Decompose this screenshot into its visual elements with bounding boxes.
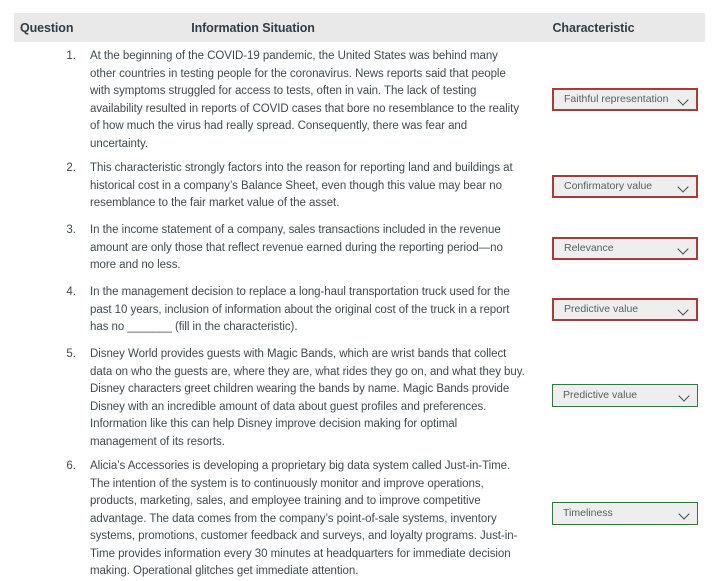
question-number: 3.: [66, 224, 76, 236]
header-cell-question: Question: [14, 19, 86, 37]
characteristic-select-value: Predictive value: [563, 390, 638, 401]
table-header-row: Question Information Situation Character…: [14, 13, 705, 42]
question-text: This characteristic strongly factors int…: [90, 162, 513, 209]
characteristic-select-value: Faithful representation: [564, 94, 669, 105]
characteristic-select-value: Timeliness: [563, 508, 613, 519]
chevron-down-icon: [678, 181, 690, 193]
question-text: In the management decision to replace a …: [90, 286, 510, 333]
chevron-down-icon: [678, 94, 690, 106]
question-text: Disney World provides guests with Magic …: [90, 348, 525, 448]
characteristic-select-4[interactable]: Predictive value: [552, 298, 698, 321]
chevron-down-icon: [678, 304, 690, 316]
question-list: 1. At the beginning of the COVID-19 pande…: [0, 42, 720, 580]
question-number: 6.: [66, 460, 76, 472]
chevron-down-icon: [678, 243, 690, 255]
question-text: At the beginning of the COVID-19 pandemi…: [90, 50, 520, 150]
characteristic-select-1[interactable]: Faithful representation: [552, 88, 698, 111]
question-number: 4.: [66, 286, 76, 298]
question-text: Alicia’s Accessories is developing a pro…: [90, 460, 518, 577]
characteristic-select-value: Relevance: [564, 243, 614, 254]
header-cell-characteristic: Characteristic: [490, 19, 705, 37]
header-cell-situation: Information Situation: [86, 19, 490, 37]
chevron-down-icon: [679, 508, 691, 520]
question-number: 2.: [66, 162, 76, 174]
characteristic-select-3[interactable]: Relevance: [552, 237, 698, 260]
characteristic-select-value: Predictive value: [564, 304, 639, 315]
characteristic-select-2[interactable]: Confirmatory value: [552, 175, 698, 198]
characteristic-select-5[interactable]: Predictive value: [552, 384, 698, 407]
header-label-situation: Information Situation: [191, 20, 315, 35]
question-number: 1.: [66, 50, 76, 62]
header-label-characteristic: Characteristic: [552, 20, 635, 35]
characteristic-select-6[interactable]: Timeliness: [552, 502, 698, 525]
header-label-question: Question: [20, 20, 74, 35]
question-number: 5.: [66, 348, 76, 360]
characteristic-select-value: Confirmatory value: [564, 181, 653, 192]
question-text: In the income statement of a company, sa…: [90, 224, 503, 271]
chevron-down-icon: [679, 390, 691, 402]
